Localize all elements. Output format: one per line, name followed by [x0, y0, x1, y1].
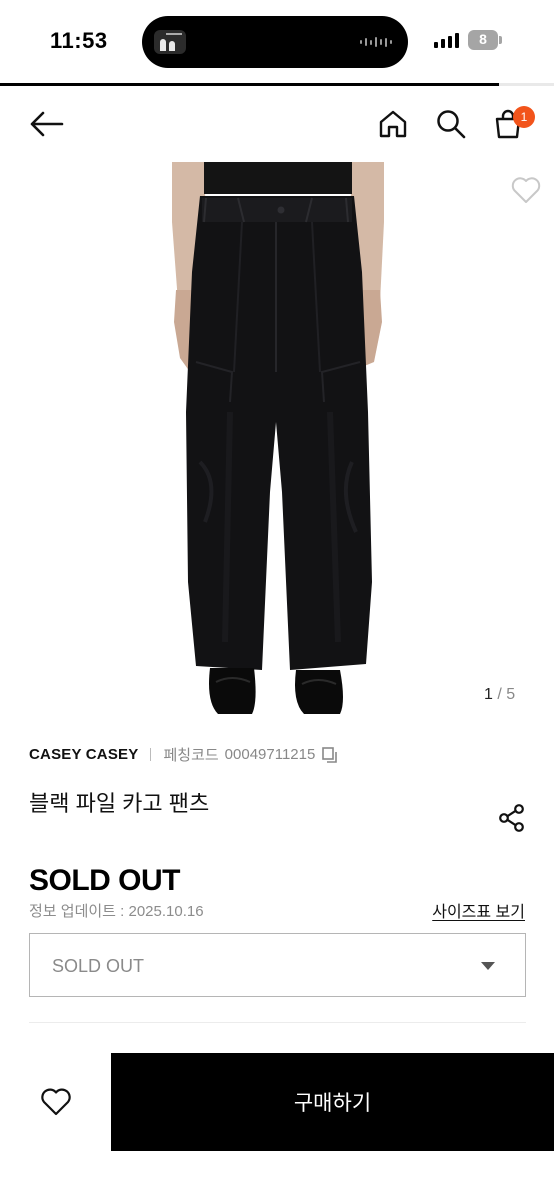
price-status: SOLD OUT [29, 864, 181, 897]
back-arrow-icon[interactable] [26, 104, 66, 144]
share-icon[interactable] [494, 800, 530, 836]
header-nav [0, 96, 554, 152]
page-progress-bar [0, 83, 554, 86]
fetching-code-label: 페칭코드 [163, 747, 219, 764]
buy-button[interactable]: 구매하기 [111, 1053, 554, 1151]
brand-name[interactable]: CASEY CASEY [29, 746, 138, 763]
copy-icon[interactable] [321, 746, 339, 764]
info-update-date: 정보 업데이트 : 2025.10.16 [29, 903, 204, 920]
signal-icon [434, 32, 459, 48]
dynamic-island [142, 16, 408, 68]
search-icon[interactable] [431, 104, 471, 144]
option-select[interactable]: SOLD OUT [29, 933, 526, 997]
section-divider [29, 1022, 526, 1023]
heart-icon [40, 1088, 71, 1116]
battery-level: 8 [479, 31, 487, 47]
fetching-code-value: 00049711215 [224, 746, 316, 763]
chevron-down-icon [481, 962, 495, 970]
battery-icon: 8 [468, 30, 502, 50]
image-current: 1 [484, 686, 493, 703]
status-time: 11:53 [50, 28, 108, 53]
cart-count-badge: 1 [513, 106, 535, 128]
image-separator: / [497, 686, 502, 703]
image-counter: 1 / 5 [484, 686, 515, 704]
now-playing-thumbnail [154, 30, 186, 54]
brand-row: CASEY CASEY 페칭코드 00049711215 [29, 744, 339, 765]
home-icon[interactable] [373, 104, 413, 144]
product-name: 블랙 파일 카고 팬츠 [29, 791, 210, 816]
wishlist-heart-icon[interactable] [508, 172, 544, 208]
image-total: 5 [506, 686, 516, 703]
status-bar: 11:53 8 [0, 0, 554, 84]
size-chart-link[interactable]: 사이즈표 보기 [432, 898, 525, 922]
product-image[interactable] [0, 162, 554, 718]
pants-photo [172, 162, 384, 714]
option-selected-value: SOLD OUT [52, 956, 145, 976]
bottom-wishlist-button[interactable] [0, 1053, 111, 1151]
divider [150, 748, 152, 761]
audio-wave-icon [360, 36, 392, 48]
